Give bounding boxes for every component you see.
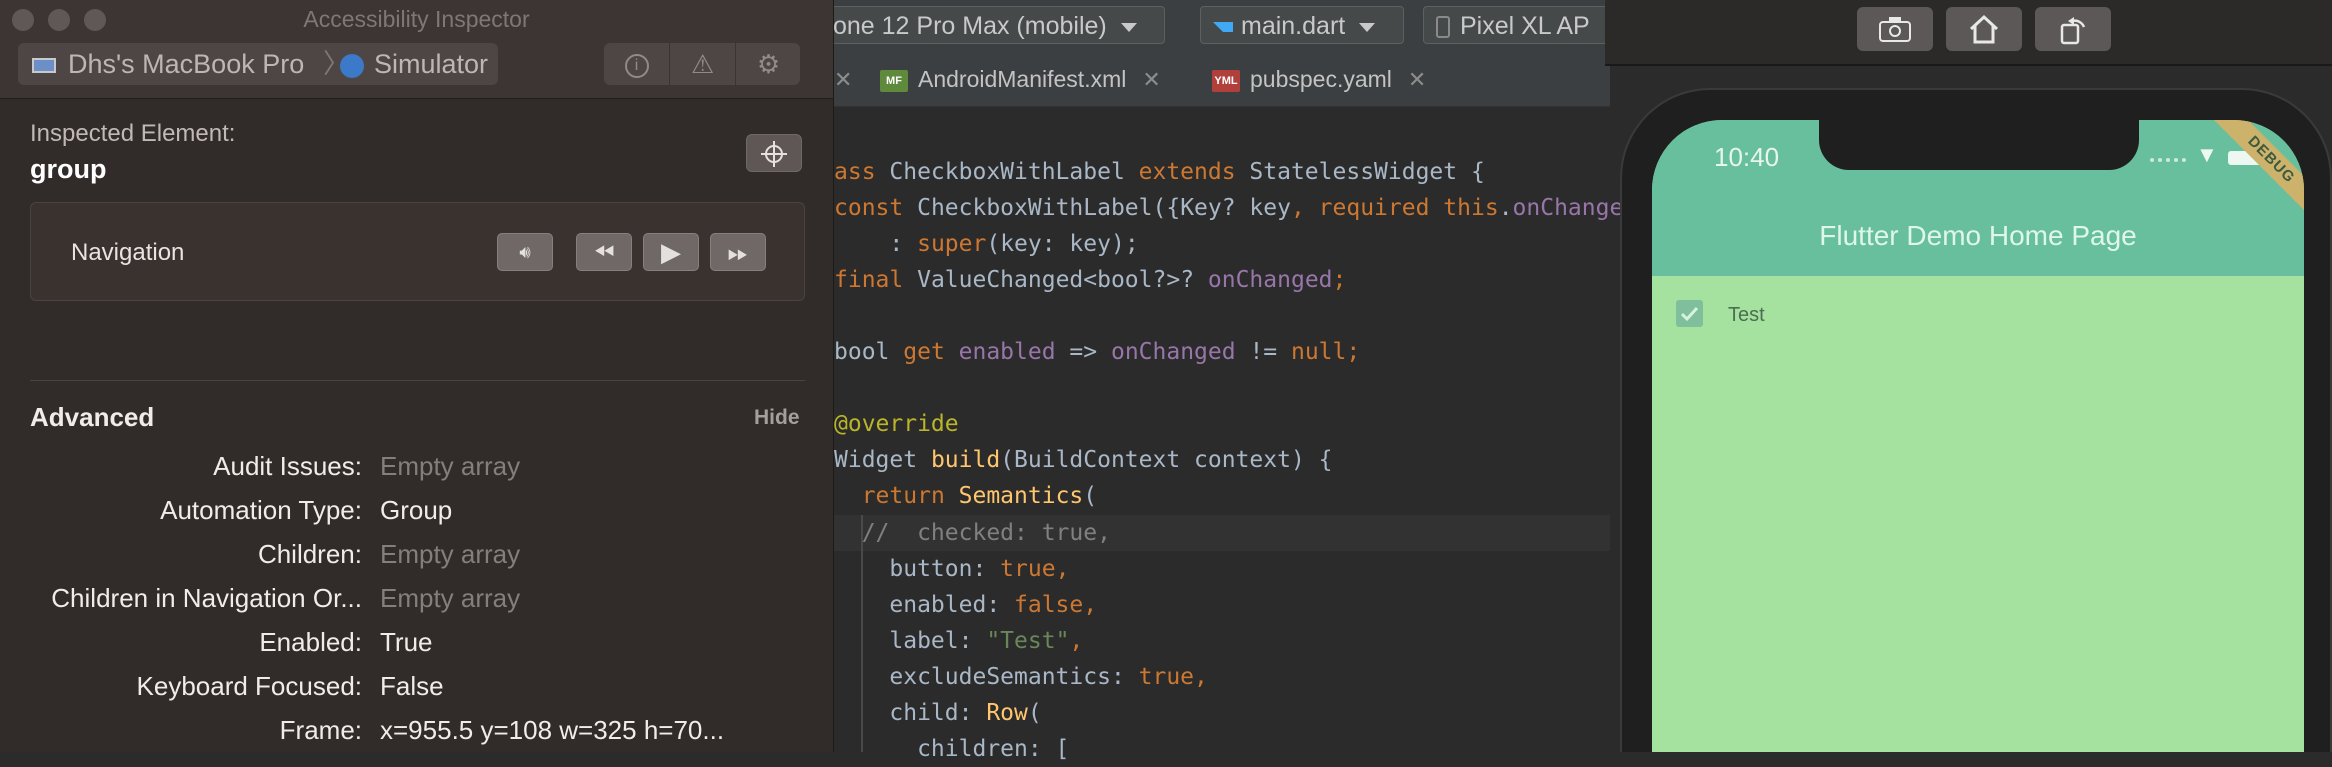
debug-banner: DEBUG xyxy=(2209,120,2304,222)
run-config-label: main.dart xyxy=(1241,12,1346,40)
code-line: @override xyxy=(834,411,959,437)
checkmark-icon xyxy=(1680,306,1699,322)
run-config-selector[interactable]: main.dart xyxy=(1200,6,1404,44)
rotate-button[interactable] xyxy=(2035,7,2111,51)
checkbox-label: Test xyxy=(1728,304,1765,326)
divider xyxy=(30,380,805,381)
close-icon[interactable]: ✕ xyxy=(1142,67,1160,92)
play-icon: ▶ xyxy=(661,237,681,267)
device-selector-label: one 12 Pro Max (mobile) xyxy=(833,12,1107,40)
tab-androidmanifest[interactable]: MF AndroidManifest.xml ✕ xyxy=(880,52,1161,106)
accessibility-inspector-window: Accessibility Inspector Dhs's MacBook Pr… xyxy=(0,0,834,752)
home-icon xyxy=(1969,14,1999,44)
app-bar: 10:40 ▼ DEBUG Flutter Demo Home Page xyxy=(1652,120,2304,276)
chevron-down-icon xyxy=(1120,22,1137,32)
property-key: Automation Type: xyxy=(160,495,362,525)
previous-element-button[interactable]: ⏪︎ xyxy=(576,233,632,271)
code-line-comment: // checked: true, xyxy=(834,520,1111,546)
code-line: ass CheckboxWithLabel extends StatelessW… xyxy=(834,159,1485,185)
tab-pubspec[interactable]: YML pubspec.yaml ✕ xyxy=(1212,52,1426,106)
simulator-app-icon xyxy=(340,43,364,85)
emulator-label: Pixel XL AP xyxy=(1460,12,1590,40)
tab-label: AndroidManifest.xml xyxy=(918,66,1127,92)
code-line: final ValueChanged<bool?>? onChanged; xyxy=(834,267,1347,293)
code-line: button: true, xyxy=(834,556,1070,582)
property-value: True xyxy=(380,627,433,657)
code-line: label: "Test", xyxy=(834,628,1084,654)
screenshot-button[interactable] xyxy=(1857,7,1933,51)
point-inspect-button[interactable] xyxy=(746,134,802,172)
hide-advanced-button[interactable]: Hide xyxy=(754,406,800,430)
rewind-icon: ⏪︎ xyxy=(593,237,615,267)
status-time: 10:40 xyxy=(1714,142,1780,172)
gear-icon[interactable]: ⚙ xyxy=(735,43,801,85)
code-line: excludeSemantics: true, xyxy=(834,664,1208,690)
tab-label: pubspec.yaml xyxy=(1250,66,1392,92)
property-key: Enabled: xyxy=(259,627,362,657)
warning-icon[interactable]: ⚠ xyxy=(669,43,735,85)
crosshair-icon xyxy=(761,141,787,167)
property-value: Empty array xyxy=(380,539,521,569)
simulator-screen[interactable]: 10:40 ▼ DEBUG Flutter Demo Home Page Tes… xyxy=(1652,120,2304,752)
phone-notch xyxy=(1819,120,2139,170)
property-value: Group xyxy=(380,495,453,525)
flutter-icon xyxy=(1213,22,1233,33)
laptop-icon xyxy=(32,43,56,85)
code-line: Widget build(BuildContext context) { xyxy=(834,447,1333,473)
next-element-button[interactable]: ⏩︎ xyxy=(710,233,766,271)
inspected-element-value: group xyxy=(30,154,107,184)
property-value: Empty array xyxy=(380,451,521,481)
phone-icon xyxy=(1436,16,1450,39)
signal-icon xyxy=(2150,158,2186,166)
play-button[interactable]: ▶ xyxy=(643,233,699,271)
rotate-icon xyxy=(2060,16,2086,45)
property-key: Children: xyxy=(257,539,362,569)
property-value: x=955.5 y=108 w=325 h=70... xyxy=(380,715,725,745)
inspected-element-label: Inspected Element: xyxy=(30,120,236,147)
target-app[interactable]: Simulator xyxy=(374,43,488,85)
wifi-icon: ▼ xyxy=(2196,142,2218,167)
property-value: Empty array xyxy=(380,583,521,613)
code-line: child: Row( xyxy=(834,700,1042,726)
inspector-titlebar: Accessibility Inspector xyxy=(0,0,833,40)
code-line: : super(key: key); xyxy=(834,231,1139,257)
inspector-actions: i ⚠ ⚙ xyxy=(604,43,800,85)
fast-forward-icon: ⏩︎ xyxy=(727,237,749,267)
code-line: children: [ xyxy=(834,736,1070,762)
device-selector[interactable]: one 12 Pro Max (mobile) xyxy=(820,6,1165,44)
app-title: Flutter Demo Home Page xyxy=(1819,220,2137,251)
code-line: enabled: false, xyxy=(834,592,1098,618)
inspector-toolbar: Dhs's MacBook Pro 〉 Simulator i ⚠ ⚙ xyxy=(0,40,833,99)
code-line: const CheckboxWithLabel({Key? key, requi… xyxy=(834,195,1624,221)
advanced-section-title: Advanced xyxy=(30,402,155,432)
target-path-control[interactable]: Dhs's MacBook Pro 〉 Simulator xyxy=(18,43,498,85)
code-line: return Semantics( xyxy=(861,483,1098,509)
tab-close-icon[interactable]: ✕ xyxy=(834,52,852,106)
window-title: Accessibility Inspector xyxy=(303,6,530,32)
simulator-toolbar xyxy=(1605,0,2332,66)
chevron-down-icon xyxy=(1359,22,1376,32)
property-key: Keyboard Focused: xyxy=(136,671,362,701)
property-key: Audit Issues: xyxy=(213,451,362,481)
home-button[interactable] xyxy=(1946,7,2022,51)
camera-icon xyxy=(1879,16,1911,42)
property-key: Frame: xyxy=(279,715,362,745)
navigation-label: Navigation xyxy=(71,239,185,266)
emulator-selector[interactable]: Pixel XL AP xyxy=(1423,6,1610,44)
yaml-file-icon: YML xyxy=(1212,69,1240,92)
code-line: bool get enabled => onChanged != null; xyxy=(834,339,1361,365)
navigation-panel: Navigation 🔊︎ ⏪︎ ▶ ⏩︎ xyxy=(30,202,805,301)
manifest-file-icon: MF xyxy=(880,69,908,92)
close-icon[interactable]: ✕ xyxy=(1408,67,1426,92)
speaker-icon: 🔊︎ xyxy=(519,242,531,262)
target-device[interactable]: Dhs's MacBook Pro xyxy=(68,43,304,85)
test-checkbox[interactable] xyxy=(1676,300,1703,327)
info-icon[interactable]: i xyxy=(604,43,669,85)
property-value: False xyxy=(380,671,444,701)
speak-button[interactable]: 🔊︎ xyxy=(497,233,553,271)
property-key: Children in Navigation Or... xyxy=(51,583,362,613)
